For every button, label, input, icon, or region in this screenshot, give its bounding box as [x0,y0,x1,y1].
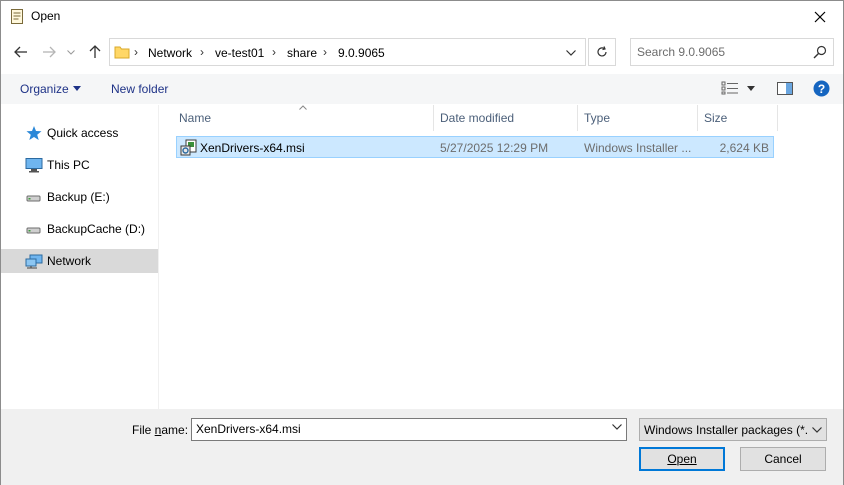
file-name-label: File name: [132,423,188,437]
nav-item-this-pc[interactable]: This PC [1,153,158,177]
refresh-icon [597,46,607,57]
nav-item-label: This PC [47,158,90,172]
window-title: Open [31,9,61,23]
column-header-date-modified[interactable]: Date modified [434,105,578,131]
view-details-icon[interactable] [721,81,739,95]
caret-down-icon[interactable] [73,86,81,91]
help-icon[interactable]: ? [813,80,830,97]
star-icon [26,126,42,140]
breadcrumb-separator-icon: › [323,45,327,59]
address-bar[interactable]: › Network › ve-test01 › share › 9.0.9065 [109,38,586,66]
file-name-input[interactable] [196,422,596,436]
chevron-down-icon [812,426,822,433]
column-header-size[interactable]: Size [698,105,778,131]
breadcrumb-current-folder[interactable]: 9.0.9065 [338,46,385,60]
nav-item-network[interactable]: Network [1,249,158,273]
arrow-left-icon [14,46,27,58]
search-box[interactable] [630,38,834,66]
search-input[interactable] [637,45,807,59]
file-name: XenDrivers-x64.msi [200,141,305,155]
chevron-down-icon[interactable] [612,424,622,430]
breadcrumb-share[interactable]: share [287,46,317,60]
file-type-filter-value: Windows Installer packages (*.r [644,423,813,437]
back-button[interactable] [11,42,31,62]
cancel-button[interactable]: Cancel [740,447,826,471]
network-icon [25,254,43,269]
column-header-type[interactable]: Type [578,105,698,131]
close-icon [814,11,826,22]
svg-text:?: ? [818,82,825,96]
drive-icon [26,195,41,202]
file-row[interactable]: XenDrivers-x64.msi 5/27/2025 12:29 PM Wi… [176,136,774,158]
file-date-modified: 5/27/2025 12:29 PM [440,141,549,155]
column-header-label: Type [584,111,611,125]
open-button[interactable]: Open [639,447,725,471]
column-header-label: Date modified [440,111,515,125]
open-button-label: Open [667,452,697,466]
chevron-down-icon [566,50,576,56]
file-size: 2,624 KB [719,141,769,155]
new-folder-button[interactable]: New folder [111,82,168,96]
nav-item-label: BackupCache (D:) [47,222,146,236]
forward-button[interactable] [39,42,59,62]
search-icon [813,45,827,59]
file-name-label-part: File [132,423,155,437]
file-name-label-part: ame: [161,423,189,437]
arrow-up-icon [89,45,101,58]
msi-installer-icon [180,139,197,156]
filter-dropdown-toggle[interactable] [808,419,826,440]
address-history-dropdown[interactable] [559,43,583,63]
caret-down-icon[interactable] [747,86,755,91]
navigation-pane: Quick access This PC Backup (E:) BackupC… [1,105,159,409]
arrow-right-icon [43,46,56,58]
nav-item-quick-access[interactable]: Quick access [1,121,158,145]
file-selection-bar: File name: Windows Installer packages (*… [1,409,843,485]
nav-item-backupcache-drive[interactable]: BackupCache (D:) [1,217,158,241]
cancel-button-label: Cancel [764,452,802,466]
column-header-label: Name [179,111,212,125]
title-bar: Open [1,1,843,32]
refresh-button[interactable] [588,38,616,66]
file-name-combobox[interactable] [191,418,627,441]
drive-icon [26,227,41,234]
file-type-filter-select[interactable]: Windows Installer packages (*.r [639,418,827,441]
nav-item-label: Quick access [47,126,119,140]
column-header-label: Size [704,111,728,125]
computer-icon [25,158,43,173]
breadcrumb-separator-icon: › [200,45,204,59]
file-list: Name Date modified Type Size XenDrivers-… [160,105,843,409]
nav-item-label: Backup (E:) [47,190,110,204]
column-header-name[interactable]: Name [173,105,434,131]
breadcrumb-separator-icon: › [272,45,276,59]
chevron-down-icon [67,49,75,55]
nav-item-label: Network [47,254,92,268]
recent-locations-button[interactable] [64,42,78,62]
nav-item-backup-drive[interactable]: Backup (E:) [1,185,158,209]
open-file-dialog: Open › Network › ve-test01 › share › 9.0… [0,0,844,485]
sort-ascending-icon [299,105,307,110]
folder-icon [114,46,130,59]
breadcrumb-separator-icon: › [134,45,138,59]
file-type: Windows Installer ... [584,141,692,155]
organize-button[interactable]: Organize [20,82,69,96]
close-button[interactable] [797,1,843,32]
breadcrumb-network[interactable]: Network [148,46,192,60]
up-button[interactable] [85,42,105,62]
command-bar: Organize New folder ? [1,74,843,104]
document-icon [11,9,23,24]
preview-pane-icon[interactable] [777,82,793,95]
breadcrumb-ve-test01[interactable]: ve-test01 [215,46,264,60]
